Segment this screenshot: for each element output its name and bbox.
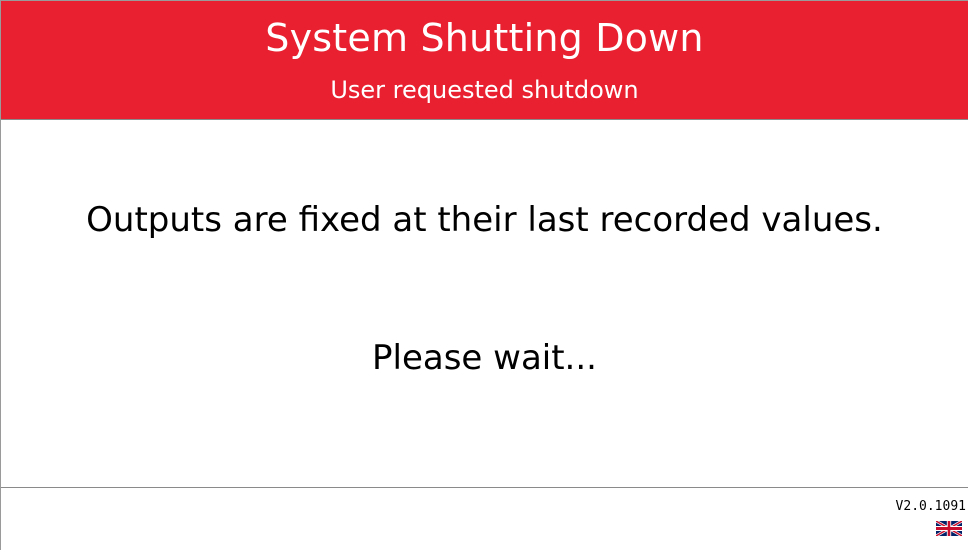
header-banner: System Shutting Down User requested shut… — [1, 1, 968, 120]
version-label: V2.0.1091 — [895, 499, 966, 514]
shutdown-screen: System Shutting Down User requested shut… — [0, 0, 968, 550]
shutdown-reason: User requested shutdown — [330, 76, 639, 104]
footer-divider — [1, 487, 968, 488]
page-title: System Shutting Down — [265, 16, 704, 60]
uk-flag-icon — [936, 521, 962, 536]
outputs-fixed-message: Outputs are fixed at their last recorded… — [86, 200, 883, 240]
please-wait-message: Please wait... — [372, 338, 597, 378]
